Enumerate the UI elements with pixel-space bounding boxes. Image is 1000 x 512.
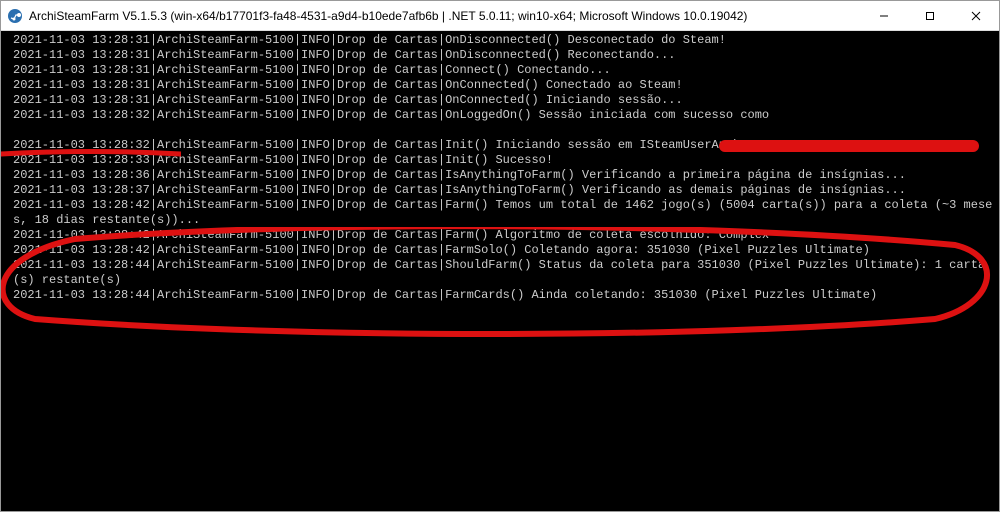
console-output[interactable]: 2021-11-03 13:28:31|ArchiSteamFarm-5100|…: [1, 31, 999, 511]
log-line: 2021-11-03 13:28:33|ArchiSteamFarm-5100|…: [13, 153, 553, 167]
app-window: ArchiSteamFarm V5.1.5.3 (win-x64/b17701f…: [0, 0, 1000, 512]
log-line: 2021-11-03 13:28:31|ArchiSteamFarm-5100|…: [13, 78, 683, 92]
log-line: 2021-11-03 13:28:31|ArchiSteamFarm-5100|…: [13, 93, 683, 107]
log-line: 2021-11-03 13:28:31|ArchiSteamFarm-5100|…: [13, 48, 676, 62]
log-line: 2021-11-03 13:28:42|ArchiSteamFarm-5100|…: [13, 243, 870, 257]
log-line: 2021-11-03 13:28:31|ArchiSteamFarm-5100|…: [13, 33, 726, 47]
minimize-button[interactable]: [861, 1, 907, 30]
log-line: 2021-11-03 13:28:36|ArchiSteamFarm-5100|…: [13, 168, 906, 182]
log-line: 2021-11-03 13:28:32|ArchiSteamFarm-5100|…: [13, 138, 762, 152]
app-icon: [7, 8, 23, 24]
log-line: 2021-11-03 13:28:37|ArchiSteamFarm-5100|…: [13, 183, 906, 197]
window-controls: [861, 1, 999, 30]
log-line: 2021-11-03 13:28:31|ArchiSteamFarm-5100|…: [13, 63, 611, 77]
titlebar[interactable]: ArchiSteamFarm V5.1.5.3 (win-x64/b17701f…: [1, 1, 999, 31]
log-line: 2021-11-03 13:28:44|ArchiSteamFarm-5100|…: [13, 288, 877, 302]
log-line: 2021-11-03 13:28:42|ArchiSteamFarm-5100|…: [13, 228, 769, 242]
window-title: ArchiSteamFarm V5.1.5.3 (win-x64/b17701f…: [29, 9, 861, 23]
log-line: 2021-11-03 13:28:42|ArchiSteamFarm-5100|…: [13, 198, 992, 227]
log-line: 2021-11-03 13:28:44|ArchiSteamFarm-5100|…: [13, 258, 985, 287]
close-button[interactable]: [953, 1, 999, 30]
maximize-button[interactable]: [907, 1, 953, 30]
log-line: 2021-11-03 13:28:32|ArchiSteamFarm-5100|…: [13, 108, 769, 122]
